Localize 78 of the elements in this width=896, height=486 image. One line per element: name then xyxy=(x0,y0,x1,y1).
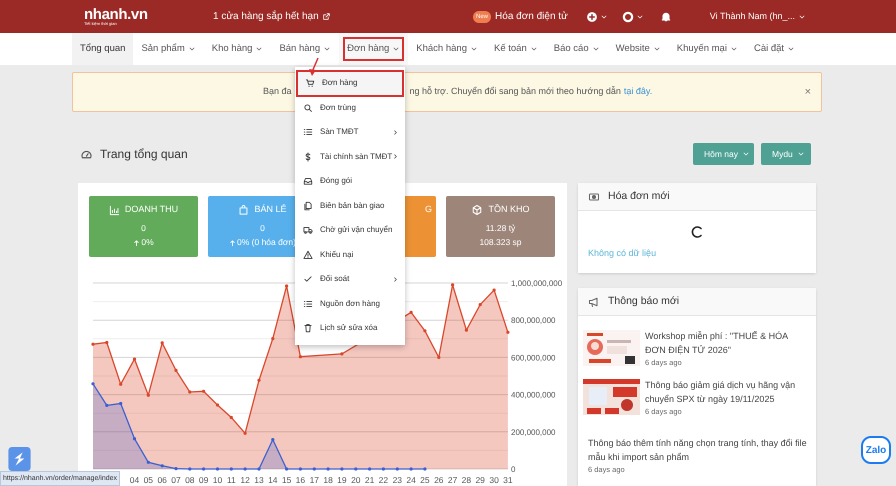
menu-item[interactable]: Đơn trùng xyxy=(295,96,405,120)
e-invoice-link[interactable]: Hóa đơn điện tử xyxy=(495,9,568,24)
zalo-chat-button[interactable]: Zalo xyxy=(861,436,891,464)
x-axis-label: 31 xyxy=(503,475,513,485)
news-title: Thông báo thêm tính năng chọn trang tính, thay đổi file mẫu khi import sản phẩm xyxy=(588,437,808,464)
y-axis-label: 1,000,000,000 xyxy=(511,279,562,288)
menu-item[interactable]: Tài chính sàn TMĐT xyxy=(295,144,405,169)
x-axis-label: 21 xyxy=(364,475,374,485)
x-axis-label: 28 xyxy=(462,475,472,485)
x-axis-label: 12 xyxy=(240,475,250,485)
menu-item[interactable]: Lịch sử sửa xóa xyxy=(295,316,405,340)
nav-tab[interactable]: Kế toán xyxy=(486,33,546,65)
menu-item[interactable]: Sàn TMĐT xyxy=(295,120,405,144)
stat-value: 0 xyxy=(141,223,146,234)
x-axis-label: 16 xyxy=(296,475,306,485)
x-axis-label: 07 xyxy=(171,475,181,485)
alert-text: ng hỗ trợ. Chuyển đổi sang bản mới theo hướng dẫn xyxy=(410,85,621,98)
stat-value: 0 xyxy=(260,223,265,234)
x-axis-label: 10 xyxy=(212,475,222,485)
nav-tab[interactable]: Sản phẩm xyxy=(133,33,204,65)
x-axis-label: 13 xyxy=(254,475,264,485)
stat-title: G xyxy=(424,203,432,216)
x-axis-label: 25 xyxy=(420,475,430,485)
stat-change: 108.323 sp xyxy=(479,237,522,248)
nav-tab[interactable]: Website xyxy=(608,33,669,65)
close-button[interactable]: × xyxy=(804,84,811,100)
x-axis-label: 17 xyxy=(310,475,320,485)
nav-tab[interactable]: Cài đặt xyxy=(746,33,804,65)
nav-tab[interactable]: Đơn hàng xyxy=(339,33,408,65)
nav-tab[interactable]: Tổng quan xyxy=(72,33,134,65)
x-axis-label: 29 xyxy=(475,475,485,485)
y-axis-label: 600,000,000 xyxy=(511,353,556,362)
x-axis-label: 04 xyxy=(130,475,140,485)
menu-item[interactable]: Nguồn đơn hàng xyxy=(295,292,405,316)
x-axis-label: 15 xyxy=(282,475,292,485)
menu-item[interactable]: Đóng gói xyxy=(295,169,405,194)
menu-item[interactable]: Đối soát xyxy=(295,267,405,292)
nav-tab[interactable]: Khuyến mại xyxy=(668,33,746,65)
page-title: Trang tổng quan xyxy=(100,146,188,163)
x-axis-label: 18 xyxy=(323,475,333,485)
x-axis-label: 09 xyxy=(198,475,208,485)
stat-title: BÁN LẺ xyxy=(254,203,286,216)
nav-tab[interactable]: Kho hàng xyxy=(204,33,272,65)
y-axis-label: 200,000,000 xyxy=(511,428,556,437)
y-axis-label: 800,000,000 xyxy=(511,316,556,326)
stat-title: TỒN KHO xyxy=(488,203,530,216)
x-axis-label: 30 xyxy=(489,475,499,485)
x-axis-label: 08 xyxy=(185,475,195,485)
logo-text: nhanh.vn xyxy=(84,7,148,22)
x-axis-label: 24 xyxy=(406,475,416,485)
card-title: Thông báo mới xyxy=(608,294,680,309)
stat-title: DOANH THU xyxy=(124,203,178,216)
x-axis-label: 20 xyxy=(351,475,361,485)
card-title: Hóa đơn mới xyxy=(608,188,670,204)
x-axis-label: 27 xyxy=(448,475,458,485)
x-axis-label: 19 xyxy=(337,475,347,485)
x-axis-label: 05 xyxy=(144,475,154,485)
alert-text: Bạn đa xyxy=(263,85,292,98)
y-axis-label: 400,000,000 xyxy=(511,390,556,400)
y-axis-label: 0 xyxy=(511,465,516,474)
x-axis-label: 14 xyxy=(268,475,278,485)
nav-tab[interactable]: Bán hàng xyxy=(271,33,340,65)
expiry-notice-link[interactable]: 1 cửa hàng sắp hết hạn xyxy=(213,9,331,24)
stat-value: 11.28 tỷ xyxy=(486,223,516,234)
x-axis-label: 06 xyxy=(157,475,167,485)
stat-change: 0% (0 hóa đơn) xyxy=(237,237,296,248)
x-axis-label: 11 xyxy=(226,475,236,485)
x-axis-label: 23 xyxy=(392,475,402,485)
menu-item[interactable]: Đơn hàng xyxy=(297,71,403,96)
news-title: Thông báo giảm giá dịch vụ hãng vận chuyển SPX từ ngày 19/11/2025 xyxy=(645,379,796,406)
x-axis-label: 22 xyxy=(378,475,388,485)
nav-tab[interactable]: Khách hàng xyxy=(408,33,486,65)
nav-tab[interactable]: Báo cáo xyxy=(546,33,608,65)
x-axis-label: 26 xyxy=(434,475,444,485)
empty-message: Không có dữ liệu xyxy=(588,247,656,260)
stat-change: 0% xyxy=(141,237,154,248)
news-title: Workshop miễn phí : "THUẾ & HÓA ĐƠN ĐIỆN TỬ 2026" xyxy=(645,330,789,357)
user-menu-button[interactable]: Vi Thành Nam (hn_... xyxy=(710,10,806,24)
